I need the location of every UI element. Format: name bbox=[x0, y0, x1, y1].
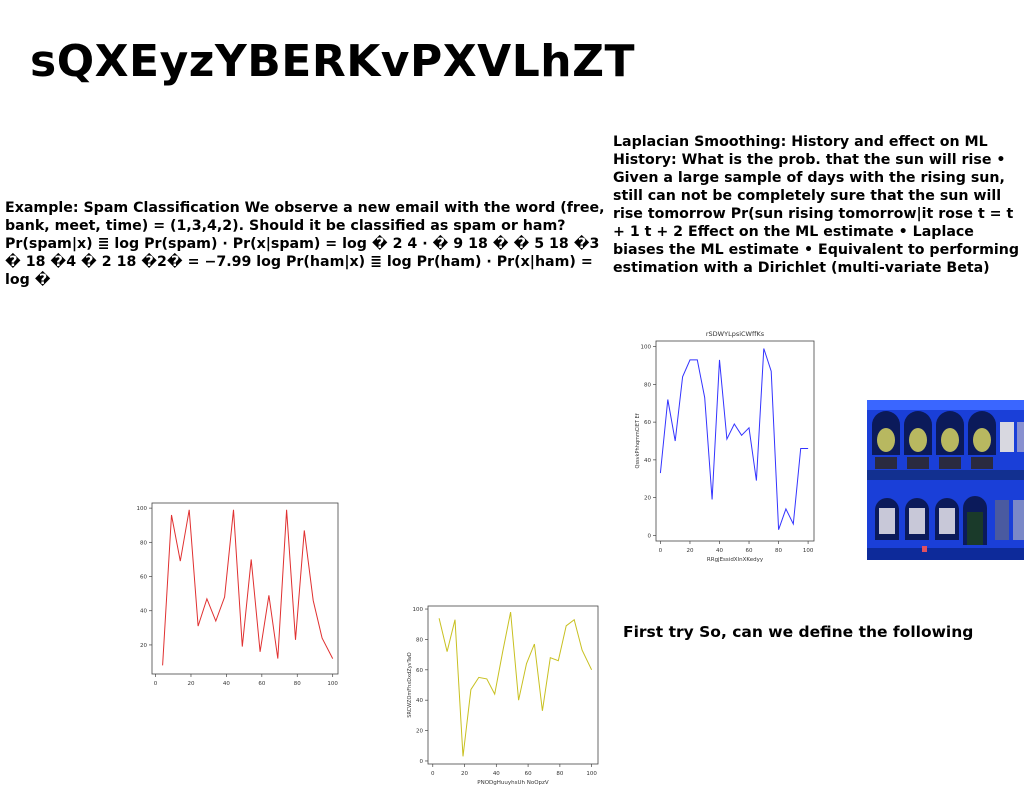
y-tick-label: 0 bbox=[648, 533, 652, 539]
y-tick-label: 100 bbox=[641, 345, 652, 351]
y-tick-label: 40 bbox=[416, 698, 423, 704]
y-tick-label: 80 bbox=[416, 637, 423, 643]
x-tick-label: 40 bbox=[493, 771, 500, 777]
y-tick-label: 100 bbox=[137, 506, 148, 512]
blue-line-chart: 0 20 40 60 80 100 0 20 40 60 80 100 rSDWYLpsiCWffKs R… bbox=[635, 330, 815, 563]
yellow-line-chart: 0 20 40 60 80 100 0 20 40 60 80 100 PNODgHuuyhsUh No… bbox=[407, 605, 599, 786]
plot-frame bbox=[427, 605, 599, 765]
series-line bbox=[438, 612, 593, 757]
y-tick-label: 40 bbox=[140, 609, 147, 615]
y-tick-label: 20 bbox=[644, 496, 651, 502]
y-tick-label: 60 bbox=[644, 420, 651, 426]
series-line bbox=[162, 509, 334, 666]
x-tick-label: 20 bbox=[461, 771, 468, 777]
y-axis-label: SRCWZOmFhxDxdZyvTwD bbox=[407, 652, 413, 718]
x-axis-label: PNODgHuuyhsUh NoOpzV bbox=[477, 780, 549, 786]
x-tick-label: 100 bbox=[586, 771, 597, 777]
y-tick-label: 60 bbox=[416, 668, 423, 674]
x-axis-label: RRgjEssidXlnXKedyy bbox=[707, 557, 764, 563]
red-line-chart: 0 20 40 60 80 100 20 40 60 80 100 bbox=[137, 502, 339, 687]
spam-classification-text: Example: Spam Classification We observe … bbox=[5, 200, 605, 288]
x-tick-label: 0 bbox=[431, 771, 435, 777]
x-tick-label: 80 bbox=[294, 681, 301, 687]
y-tick-label: 80 bbox=[140, 540, 147, 546]
y-tick-label: 40 bbox=[644, 458, 651, 464]
y-axis-label: QssvkPhhqmmCIET Ef bbox=[635, 413, 641, 468]
x-tick-label: 100 bbox=[327, 681, 338, 687]
y-tick-label: 100 bbox=[413, 607, 424, 613]
y-tick-label: 60 bbox=[140, 575, 147, 581]
building-facade-photo bbox=[867, 400, 1024, 560]
laplacian-smoothing-text: Laplacian Smoothing: History and effect … bbox=[613, 134, 1020, 276]
y-tick-label: 80 bbox=[644, 382, 651, 388]
chart-title: rSDWYLpsiCWffKs bbox=[706, 330, 765, 338]
slide-title: sQXEyzYBERKvPXVLhZT bbox=[30, 36, 635, 87]
y-tick-label: 0 bbox=[420, 759, 424, 765]
x-tick-label: 80 bbox=[556, 771, 563, 777]
x-tick-label: 40 bbox=[716, 548, 723, 554]
plot-frame bbox=[151, 502, 339, 675]
x-tick-label: 60 bbox=[746, 548, 753, 554]
x-tick-label: 80 bbox=[775, 548, 782, 554]
x-tick-label: 40 bbox=[223, 681, 230, 687]
x-tick-label: 0 bbox=[659, 548, 663, 554]
x-tick-label: 60 bbox=[525, 771, 532, 777]
x-tick-label: 20 bbox=[187, 681, 194, 687]
y-tick-label: 20 bbox=[416, 729, 423, 735]
y-tick-label: 20 bbox=[140, 643, 147, 649]
x-tick-label: 20 bbox=[686, 548, 693, 554]
x-tick-label: 100 bbox=[803, 548, 814, 554]
series-line bbox=[659, 348, 809, 530]
x-tick-label: 60 bbox=[258, 681, 265, 687]
first-try-text: First try So, can we define the followin… bbox=[623, 623, 974, 641]
x-tick-label: 0 bbox=[154, 681, 158, 687]
plot-frame bbox=[655, 340, 815, 542]
